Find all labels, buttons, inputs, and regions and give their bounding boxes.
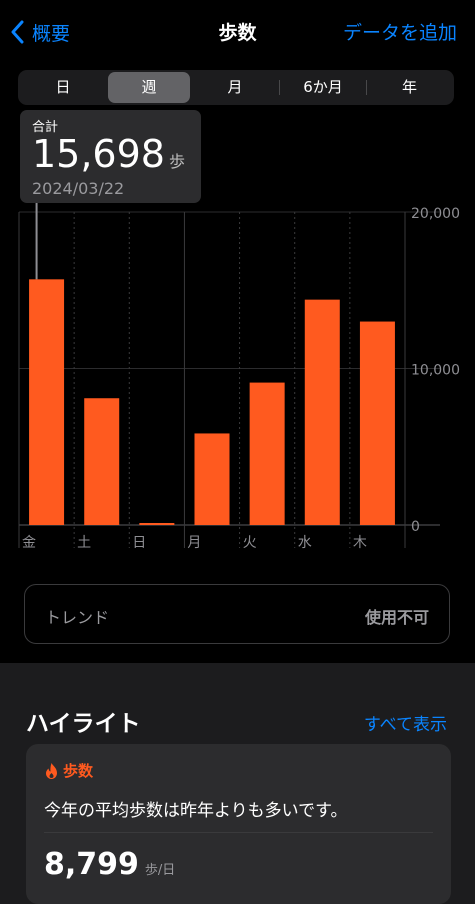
x-tick-label: 火 xyxy=(243,535,257,551)
x-tick-label: 木 xyxy=(353,535,367,551)
bar-2 xyxy=(139,523,175,525)
bar-3 xyxy=(194,433,230,525)
tooltip-date: 2024/03/22 xyxy=(32,179,125,198)
segment-year[interactable]: 年 xyxy=(367,72,452,103)
y-tick-label: 0 xyxy=(411,519,420,535)
x-tick-label: 土 xyxy=(77,535,91,551)
back-label: 概要 xyxy=(32,22,71,45)
trend-row[interactable]: トレンド 使用不可 xyxy=(24,584,450,644)
trend-value: 使用不可 xyxy=(364,608,429,627)
segment-6-months[interactable]: 6か月 xyxy=(280,72,366,103)
x-tick-label: 月 xyxy=(187,535,201,551)
bar-0 xyxy=(29,279,65,525)
x-tick-label: 金 xyxy=(22,535,36,551)
card-category: 歩数 xyxy=(63,762,94,780)
card-divider xyxy=(44,832,433,833)
bar-4 xyxy=(249,382,285,525)
bar-5 xyxy=(304,299,340,525)
show-all-button[interactable]: すべて表示 xyxy=(364,710,447,735)
bar-6 xyxy=(359,321,395,525)
bar-1 xyxy=(84,398,120,525)
navigation-bar: 概要 歩数 データを追加 xyxy=(0,0,475,62)
x-tick-label: 日 xyxy=(132,535,146,551)
segment-day[interactable]: 日 xyxy=(20,72,106,103)
add-data-button[interactable]: データを追加 xyxy=(343,18,457,45)
tooltip-unit: 歩 xyxy=(168,152,185,171)
segment-week[interactable]: 週 xyxy=(108,72,190,103)
trend-label: トレンド xyxy=(45,608,110,627)
highlight-card[interactable]: 歩数 今年の平均歩数は昨年よりも多いです。 8,799 歩/日 xyxy=(26,744,451,904)
card-description: 今年の平均歩数は昨年よりも多いです。 xyxy=(44,801,348,821)
tooltip-value: 15,698 歩 xyxy=(32,132,185,184)
tooltip-number: 15,698 xyxy=(32,132,165,176)
x-tick-label: 水 xyxy=(298,535,312,551)
flame-icon xyxy=(46,762,57,779)
back-button[interactable]: 概要 xyxy=(10,18,70,46)
card-header: 歩数 xyxy=(44,760,93,781)
highlights-title: ハイライト xyxy=(26,711,141,737)
selection-tooltip: 合計 15,698 歩 2024/03/22 xyxy=(20,110,201,203)
y-tick-label: 20,000 xyxy=(411,206,460,222)
chevron-left-icon xyxy=(11,20,24,44)
y-tick-label: 10,000 xyxy=(411,363,460,379)
period-segmented-control: 日 週 月 6か月 年 xyxy=(18,70,454,105)
segment-month[interactable]: 月 xyxy=(192,72,278,103)
card-unit: 歩/日 xyxy=(144,863,176,878)
